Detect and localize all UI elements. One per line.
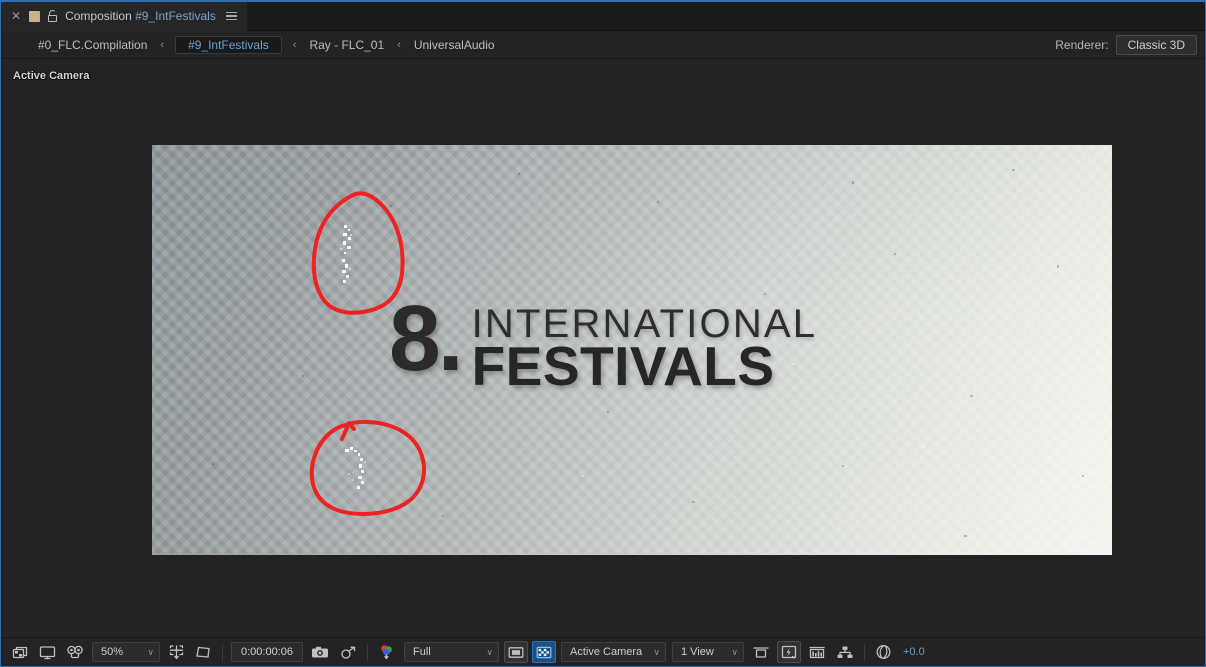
chevron-down-icon: ∨ bbox=[486, 646, 493, 657]
chevron-down-icon: ∨ bbox=[731, 646, 738, 657]
timeline-graph-icon[interactable] bbox=[805, 641, 829, 663]
title-number: 8. bbox=[389, 286, 464, 390]
resolution-value: Full bbox=[413, 646, 431, 658]
renderer-label: Renderer: bbox=[1055, 37, 1109, 52]
viewer-bottom-toolbar: 50% ∨ 0:00:00:06 Full ∨ Active Camera ∨ … bbox=[1, 637, 1205, 666]
comp-flowchart-icon[interactable] bbox=[833, 641, 857, 663]
zoom-value: 50% bbox=[101, 646, 124, 658]
breadcrumb-separator: ‹ bbox=[292, 38, 297, 51]
renderer-control: Renderer: Classic 3D bbox=[1055, 34, 1205, 55]
region-of-interest-icon[interactable] bbox=[165, 641, 188, 663]
lock-icon[interactable] bbox=[47, 9, 58, 23]
after-effects-composition-panel: ✕ Composition #9_IntFestivals #0_FLC.Com… bbox=[0, 0, 1206, 667]
composition-viewer[interactable]: Active Camera 8. INTERNATIONAL FESTIVALS bbox=[1, 59, 1205, 637]
toolbar-divider bbox=[367, 643, 368, 661]
speck-cluster-bottom bbox=[345, 447, 366, 489]
pixel-aspect-ratio-icon[interactable] bbox=[749, 641, 773, 663]
breadcrumb-item-2[interactable]: Ray - FLC_01 bbox=[305, 36, 388, 54]
chevron-down-icon: ∨ bbox=[653, 646, 660, 657]
active-camera-label: Active Camera bbox=[13, 70, 90, 82]
exposure-value[interactable]: +0.0 bbox=[903, 646, 925, 658]
transparency-toggle-icon[interactable] bbox=[532, 641, 556, 663]
3d-view-icon[interactable] bbox=[63, 641, 87, 663]
panel-tab-bar: ✕ Composition #9_IntFestivals bbox=[1, 2, 1205, 31]
transparency-grid-icon[interactable] bbox=[9, 641, 32, 663]
breadcrumb-item-1[interactable]: #9_IntFestivals bbox=[175, 35, 282, 54]
timecode-display[interactable]: 0:00:00:06 bbox=[231, 642, 303, 662]
display-monitor-icon[interactable] bbox=[36, 641, 59, 663]
composition-tab[interactable]: ✕ Composition #9_IntFestivals bbox=[1, 2, 247, 31]
tab-title-prefix: Composition bbox=[65, 9, 136, 23]
composition-tab-title: Composition #9_IntFestivals bbox=[65, 9, 216, 23]
show-channel-icon[interactable] bbox=[375, 641, 399, 663]
exposure-aperture-icon[interactable] bbox=[872, 641, 895, 663]
title-words: INTERNATIONAL FESTIVALS bbox=[471, 304, 818, 397]
breadcrumb-separator: ‹ bbox=[397, 38, 401, 51]
panel-menu-icon[interactable] bbox=[225, 11, 237, 21]
view-layout-value: 1 View bbox=[681, 646, 714, 658]
title-line-festivals: FESTIVALS bbox=[471, 335, 775, 397]
camera-select[interactable]: Active Camera ∨ bbox=[561, 642, 666, 662]
toolbar-divider bbox=[864, 643, 865, 661]
breadcrumb-item-3[interactable]: UniversalAudio bbox=[410, 36, 499, 54]
toolbar-divider bbox=[222, 643, 223, 661]
camera-value: Active Camera bbox=[570, 646, 643, 658]
composition-color-swatch bbox=[29, 10, 41, 22]
chevron-down-icon: ∨ bbox=[147, 646, 154, 657]
composition-title-text: 8. INTERNATIONAL FESTIVALS bbox=[389, 286, 818, 397]
mask-shape-icon[interactable] bbox=[192, 641, 215, 663]
renderer-button[interactable]: Classic 3D bbox=[1115, 34, 1197, 55]
speck-cluster-top bbox=[340, 225, 352, 283]
region-toggle-icon[interactable] bbox=[504, 641, 528, 663]
show-snapshot-icon[interactable] bbox=[337, 641, 360, 663]
breadcrumb-separator: ‹ bbox=[160, 38, 165, 51]
fast-previews-icon[interactable] bbox=[777, 641, 801, 663]
composition-canvas[interactable]: 8. INTERNATIONAL FESTIVALS bbox=[152, 145, 1112, 555]
zoom-select[interactable]: 50% ∨ bbox=[92, 642, 160, 662]
view-layout-select[interactable]: 1 View ∨ bbox=[672, 642, 744, 662]
close-icon[interactable]: ✕ bbox=[10, 10, 22, 22]
resolution-select[interactable]: Full ∨ bbox=[404, 642, 499, 662]
breadcrumb: #0_FLC.Compilation ‹ #9_IntFestivals ‹ R… bbox=[1, 31, 1205, 59]
breadcrumb-item-0[interactable]: #0_FLC.Compilation bbox=[34, 36, 151, 54]
camera-snapshot-icon[interactable] bbox=[308, 641, 333, 663]
tab-title-name: #9_IntFestivals bbox=[135, 9, 216, 23]
